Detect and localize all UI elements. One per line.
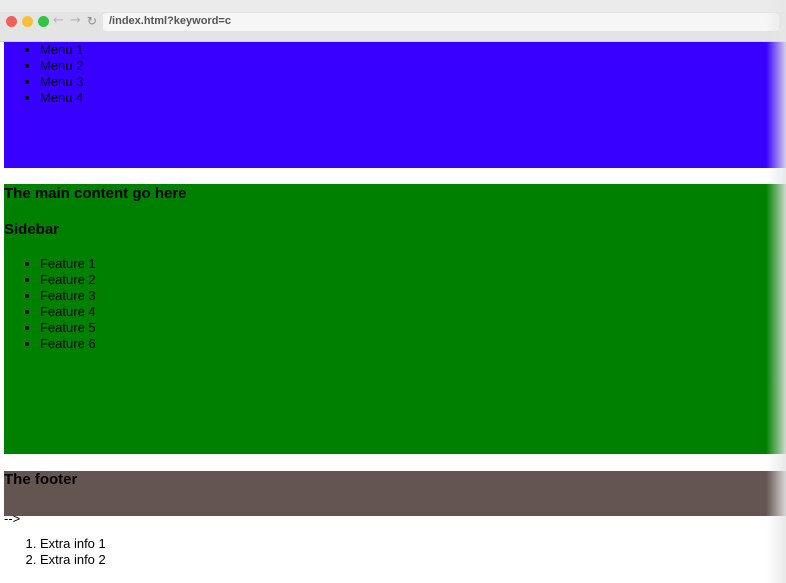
navigation-controls: ← → ↻ xyxy=(53,13,97,28)
menu-item: Menu 3 xyxy=(40,74,786,90)
forward-arrow-icon[interactable]: → xyxy=(70,13,81,28)
feature-item: Feature 6 xyxy=(40,336,96,352)
browser-toolbar: ← → ↻ /index.html?keyword=c xyxy=(0,0,786,42)
zoom-window-button[interactable] xyxy=(38,16,49,27)
menu-list: Menu 1 Menu 2 Menu 3 Menu 4 xyxy=(4,42,786,106)
minimize-window-button[interactable] xyxy=(22,16,33,27)
footer-section: The footer xyxy=(4,471,786,516)
feature-item: Feature 3 xyxy=(40,288,96,304)
menu-item: Menu 1 xyxy=(40,42,786,58)
feature-item: Feature 4 xyxy=(40,304,96,320)
main-content-heading: The main content go here xyxy=(4,185,187,202)
extra-info-item: Extra info 2 xyxy=(40,552,106,568)
title-bar xyxy=(0,0,786,12)
address-bar[interactable]: /index.html?keyword=c xyxy=(103,13,779,31)
feature-item: Feature 2 xyxy=(40,272,96,288)
header-menu-section: Menu 1 Menu 2 Menu 3 Menu 4 xyxy=(4,42,786,168)
feature-item: Feature 5 xyxy=(40,320,96,336)
feature-item: Feature 1 xyxy=(40,256,96,272)
stray-comment-text: --> xyxy=(4,511,21,526)
feature-list: Feature 1 Feature 2 Feature 3 Feature 4 … xyxy=(4,256,96,352)
close-window-button[interactable] xyxy=(6,16,17,27)
menu-item: Menu 2 xyxy=(40,58,786,74)
reload-icon[interactable]: ↻ xyxy=(87,14,97,28)
extra-info-item: Extra info 1 xyxy=(40,536,106,552)
extra-info-list: Extra info 1 Extra info 2 xyxy=(4,536,106,568)
web-page: Menu 1 Menu 2 Menu 3 Menu 4 The main con… xyxy=(4,42,786,583)
sidebar-heading: Sidebar xyxy=(4,221,60,238)
window-controls xyxy=(6,16,49,27)
menu-item: Menu 4 xyxy=(40,90,786,106)
back-arrow-icon[interactable]: ← xyxy=(53,13,64,28)
main-content-section: The main content go here Sidebar Feature… xyxy=(4,184,786,454)
footer-heading: The footer xyxy=(4,471,78,488)
